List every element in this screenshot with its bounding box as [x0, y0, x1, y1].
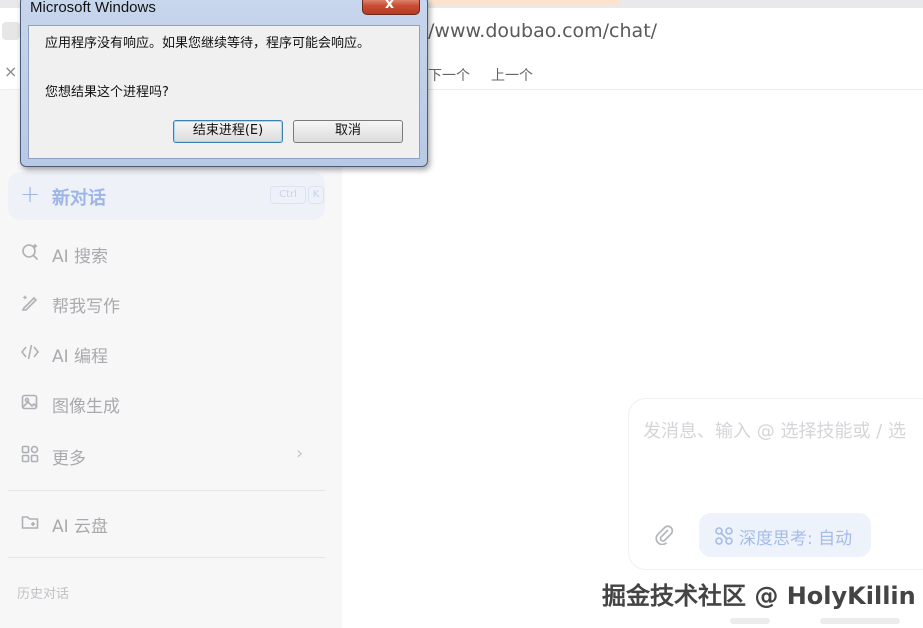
shortcut-key-k: K: [308, 186, 324, 204]
grid-more-icon: [20, 444, 40, 464]
ai-search-icon: [20, 242, 40, 262]
sidebar-divider: [8, 490, 325, 491]
find-close-icon[interactable]: ×: [4, 62, 17, 81]
pen-write-icon: [20, 292, 40, 312]
bottom-hint-bar: [700, 618, 923, 628]
sidebar-item-label: AI 云盘: [52, 517, 109, 537]
sidebar-item-label: 更多: [52, 449, 86, 469]
sidebar-item-ai-search[interactable]: AI 搜索: [0, 233, 342, 273]
chevron-right-icon: ›: [296, 443, 304, 464]
sidebar-item-label: 图像生成: [52, 397, 120, 417]
hint-pill: [730, 618, 770, 624]
plus-icon: +: [20, 180, 41, 208]
dialog-message: 应用程序没有响应。如果您继续等待，程序可能会响应。: [45, 36, 371, 51]
sidebar-item-label: AI 编程: [52, 347, 109, 367]
deep-think-label: 深度思考: 自动: [739, 529, 853, 549]
deep-think-toggle[interactable]: 深度思考: 自动: [699, 513, 871, 557]
close-icon: x: [385, 0, 395, 12]
sidebar-item-more[interactable]: 更多 ›: [0, 435, 342, 475]
url-text[interactable]: /www.doubao.com/chat/: [428, 20, 657, 42]
dialog-body: 应用程序没有响应。如果您继续等待，程序可能会响应。 您想结果这个进程吗? 结束进…: [28, 25, 420, 159]
image-gen-icon: [20, 392, 40, 412]
sidebar-item-image-gen[interactable]: 图像生成: [0, 383, 342, 423]
find-next-button[interactable]: 下一个: [428, 65, 470, 85]
sidebar-divider: [8, 557, 325, 558]
find-prev-button[interactable]: 上一个: [491, 65, 533, 85]
hint-pill: [820, 618, 900, 624]
sidebar: + 新对话 Ctrl K AI 搜索 帮我写作 AI 编程 图像生成 更多 › …: [0, 90, 342, 628]
dialog-title: Microsoft Windows: [30, 0, 156, 16]
attachment-icon[interactable]: [653, 523, 675, 546]
dialog-question: 您想结果这个进程吗?: [45, 85, 169, 100]
sidebar-item-label: AI 搜索: [52, 247, 109, 267]
tab-favicon: [2, 22, 20, 40]
message-input-placeholder[interactable]: 发消息、输入 @ 选择技能或 / 选: [643, 417, 906, 443]
dialog-close-button[interactable]: x: [362, 0, 420, 15]
dialog-titlebar[interactable]: Microsoft Windows x: [21, 0, 427, 21]
not-responding-dialog: Microsoft Windows x 应用程序没有响应。如果您继续等待，程序可…: [20, 0, 428, 167]
cloud-folder-icon: [20, 512, 40, 532]
shortcut-key-ctrl: Ctrl: [270, 186, 306, 204]
sidebar-item-label: 帮我写作: [52, 297, 120, 317]
new-chat-button[interactable]: + 新对话 Ctrl K: [8, 172, 325, 220]
screen: /www.doubao.com/chat/ × 下一个 上一个 + 新对话 Ct…: [0, 0, 923, 628]
active-tab-indicator: [430, 0, 620, 6]
deep-think-icon: [713, 525, 735, 547]
end-process-button[interactable]: 结束进程(E): [173, 120, 283, 143]
watermark: 掘金技术社区 @ HolyKillin: [602, 582, 916, 610]
cancel-button[interactable]: 取消: [293, 120, 403, 143]
new-chat-label: 新对话: [52, 188, 106, 209]
sidebar-item-coding[interactable]: AI 编程: [0, 333, 342, 373]
sidebar-item-write[interactable]: 帮我写作: [0, 283, 342, 323]
sidebar-item-cloud[interactable]: AI 云盘: [0, 503, 342, 543]
code-icon: [20, 342, 40, 362]
history-section-label: 历史对话: [17, 587, 70, 602]
message-composer[interactable]: 发消息、输入 @ 选择技能或 / 选 深度思考: 自动: [628, 398, 923, 570]
